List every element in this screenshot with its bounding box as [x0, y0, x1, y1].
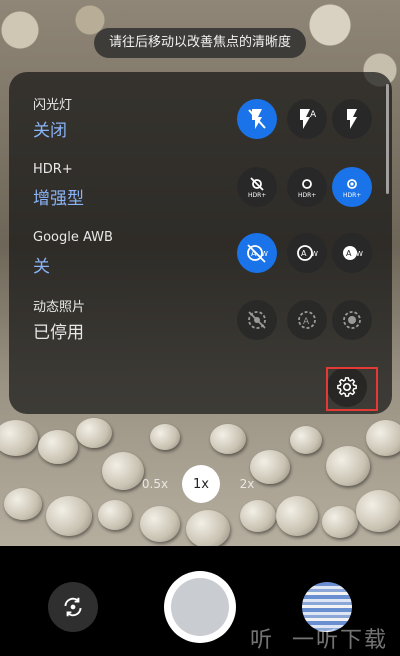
flash-off-button[interactable] — [237, 99, 277, 139]
awb-setting-row: Google AWB 关 AW AW AW — [9, 230, 392, 300]
awb-title: Google AWB — [33, 230, 113, 245]
shutter-inner — [171, 578, 229, 636]
awb-value: 关 — [33, 257, 50, 277]
zoom-0-5x-button[interactable]: 0.5x — [140, 466, 170, 502]
pebble — [366, 420, 400, 456]
camera-bottom-bar: 听 一听下载 — [0, 546, 400, 656]
pebble — [4, 488, 42, 520]
pebble — [46, 496, 92, 536]
switch-camera-icon — [64, 597, 82, 617]
hdr-plus-button[interactable]: HDR+ — [287, 167, 327, 207]
motion-photo-value: 已停用 — [33, 323, 84, 343]
svg-text:A: A — [301, 249, 307, 258]
hdr-enhanced-button[interactable]: HDR+ — [332, 167, 372, 207]
hdr-enhanced-icon: HDR+ — [343, 179, 361, 199]
hdr-off-icon: HDR+ — [248, 177, 266, 199]
awb-auto-button[interactable]: AW — [287, 233, 327, 273]
svg-text:A: A — [310, 110, 317, 120]
flash-value: 关闭 — [33, 121, 67, 141]
flash-auto-button[interactable]: A — [287, 99, 327, 139]
pebble — [38, 430, 78, 464]
motion-off-icon — [248, 311, 266, 329]
pebble — [276, 496, 318, 536]
pebble — [186, 510, 230, 546]
pebble — [322, 506, 358, 538]
awb-auto-icon: AW — [297, 245, 318, 261]
camera-settings-panel: 闪光灯 关闭 A HDR+ 增强型 HDR+ HDR+ HDR+ Google … — [9, 72, 392, 414]
svg-text:W: W — [261, 250, 268, 258]
flash-auto-icon: A — [300, 109, 317, 129]
motion-auto-button[interactable]: A — [287, 300, 327, 340]
pebble — [356, 490, 400, 532]
flash-on-button[interactable] — [332, 99, 372, 139]
hdr-title: HDR+ — [33, 162, 73, 177]
switch-camera-button[interactable] — [48, 582, 98, 632]
hdr-off-button[interactable]: HDR+ — [237, 167, 277, 207]
motion-auto-icon: A — [298, 311, 316, 329]
motion-on-icon — [343, 311, 361, 329]
awb-on-icon: AW — [343, 246, 363, 260]
flash-title: 闪光灯 — [33, 98, 73, 113]
flash-setting-row: 闪光灯 关闭 A — [9, 94, 392, 164]
shutter-button[interactable] — [164, 571, 236, 643]
pebble — [150, 424, 180, 450]
pebble — [140, 506, 180, 542]
svg-text:W: W — [311, 250, 318, 258]
awb-off-button[interactable]: AW — [237, 233, 277, 273]
svg-text:W: W — [356, 250, 363, 258]
hdr-setting-row: HDR+ 增强型 HDR+ HDR+ HDR+ — [9, 162, 392, 232]
hdr-plus-icon: HDR+ — [298, 179, 316, 199]
svg-text:A: A — [303, 317, 310, 327]
zoom-1x-button[interactable]: 1x — [182, 465, 220, 503]
svg-text:HDR+: HDR+ — [343, 192, 361, 199]
pebble — [98, 500, 132, 530]
motion-on-button[interactable] — [332, 300, 372, 340]
pebble — [0, 420, 38, 456]
highlight-box — [326, 367, 378, 411]
pebble — [290, 426, 322, 454]
awb-off-icon: AW — [247, 244, 268, 263]
svg-text:HDR+: HDR+ — [298, 192, 316, 199]
focus-hint-toast: 请往后移动以改善焦点的清晰度 — [94, 28, 306, 58]
hdr-value: 增强型 — [33, 189, 84, 209]
svg-text:HDR+: HDR+ — [248, 192, 266, 199]
flash-on-icon — [347, 109, 357, 129]
watermark-text: 一听下载 — [292, 628, 389, 653]
flash-off-icon — [248, 109, 266, 129]
awb-on-button[interactable]: AW — [332, 233, 372, 273]
motion-photo-setting-row: 动态照片 已停用 A — [9, 296, 392, 366]
watermark-logo: 听 — [250, 628, 273, 653]
pebble — [102, 452, 144, 490]
zoom-2x-button[interactable]: 2x — [232, 466, 262, 502]
motion-off-button[interactable] — [237, 300, 277, 340]
pebble — [240, 500, 276, 532]
pebble — [210, 424, 246, 454]
motion-photo-title: 动态照片 — [33, 300, 86, 315]
pebble — [76, 418, 112, 448]
svg-text:A: A — [346, 249, 352, 258]
pebble — [326, 446, 370, 486]
